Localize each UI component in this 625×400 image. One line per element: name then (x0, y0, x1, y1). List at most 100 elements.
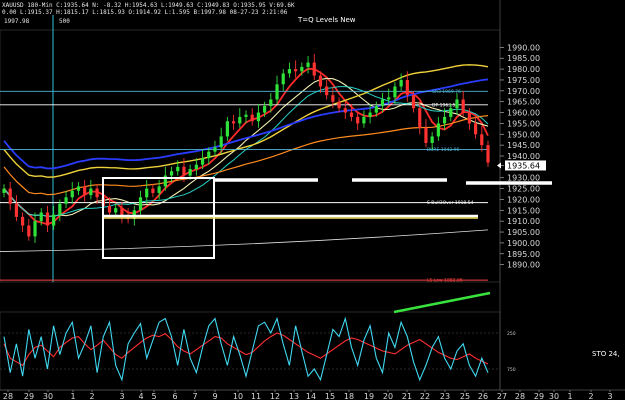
candle-body (33, 221, 37, 237)
y-tick-label: 1920.00 (507, 195, 540, 204)
x-tick-label: 28 (515, 392, 525, 400)
price-axis: 1990.00 1985.00 1980.00 1975.00 1970.00 1965.… (497, 43, 546, 270)
x-tick-label: 7 (192, 392, 197, 400)
y-tick-label: 1980.00 (507, 65, 540, 74)
candle-body (76, 186, 81, 191)
candle-body (70, 190, 74, 198)
candle-body (306, 62, 310, 67)
candle-body (58, 203, 62, 215)
candle-body (312, 62, 316, 76)
candle-body (387, 97, 391, 100)
x-tick-label: 12 (270, 392, 280, 400)
date-axis: 28 29 30 1 2 3 4 5 6 7 9 10 11 12 13 14 15 18 19 20 21 22 23 25… (3, 390, 613, 400)
y-tick-label: 1985.00 (507, 54, 540, 63)
candle-body (138, 197, 143, 211)
x-tick-label: 30 (43, 392, 53, 400)
candle-body (269, 99, 273, 107)
candle-body (52, 214, 56, 226)
candle-body (64, 197, 68, 204)
x-tick-label: 3 (607, 392, 612, 400)
candle-body (331, 95, 335, 102)
candle-body (263, 106, 267, 113)
x-tick-label: 21 (402, 392, 412, 400)
x-tick-label: 18 (344, 392, 354, 400)
y-tick-label: 1975.00 (507, 76, 540, 85)
candle-body (436, 123, 440, 137)
y-tick-label: 1940.00 (507, 152, 540, 161)
candle-body (356, 116, 360, 124)
candle-body (430, 136, 434, 143)
candle-body (411, 95, 416, 109)
candle-body (461, 99, 465, 113)
x-tick-label: 11 (251, 392, 261, 400)
candle-body (157, 186, 161, 193)
level-label: DP 1963.58 (432, 102, 458, 108)
candle-body (145, 188, 149, 198)
candle-body (169, 171, 174, 176)
x-tick-label: 29 (24, 392, 34, 400)
x-tick-label: 15 (325, 392, 335, 400)
candle-body (83, 186, 87, 196)
candle-body (213, 147, 217, 152)
candle-body (318, 75, 323, 87)
candle-body (219, 136, 223, 148)
candle-body (424, 127, 428, 143)
candle-body (8, 188, 12, 204)
x-tick-label: 19 (364, 392, 374, 400)
x-tick-label: 14 (306, 392, 316, 400)
candle-body (393, 86, 397, 98)
candle-body (368, 112, 372, 117)
candle-body (114, 208, 118, 213)
candle-body (480, 134, 484, 146)
candle-body (486, 145, 490, 163)
stochastic-label: STO 24, (592, 350, 620, 358)
y-tick-label: 1950.00 (507, 130, 540, 139)
candle-body (188, 169, 192, 176)
x-tick-label: 26 (478, 392, 488, 400)
y-tick-label: 1960.00 (507, 109, 540, 118)
candle-body (467, 112, 471, 124)
candle-body (14, 203, 19, 217)
chart-title: T=Q Levels New (297, 16, 356, 24)
candle-body (343, 108, 347, 113)
candle-body (250, 114, 254, 122)
candle-body (39, 212, 43, 222)
y-tick-label: 1900.00 (507, 239, 540, 248)
candle-body (231, 121, 236, 124)
candle-body (45, 212, 50, 226)
candle-body (374, 106, 378, 113)
x-tick-label: 1 (567, 392, 572, 400)
candle-body (349, 112, 354, 117)
candle-body (107, 205, 112, 213)
x-tick-label: 28 (3, 392, 13, 400)
candle-body (194, 164, 198, 170)
candle-body (182, 166, 186, 176)
price-tag: 1997.98 (4, 18, 30, 25)
x-tick-label: 29 (534, 392, 544, 400)
x-tick-label: 25 (460, 392, 470, 400)
y-tick-label: 1910.00 (507, 217, 540, 226)
candle-body (176, 166, 180, 172)
symbol-line: XAUUSD 180-Min C:1935.64 N: -8.32 H:1954… (2, 2, 295, 9)
y-tick-label: 1965.00 (507, 98, 540, 107)
candle-body (238, 116, 242, 124)
candle-body (449, 108, 453, 117)
x-tick-label: 3 (119, 392, 124, 400)
candle-body (337, 101, 341, 109)
y-tick-label: 1930.00 (507, 174, 540, 183)
candle-body (362, 116, 366, 124)
sto-tick-label: 250 (507, 331, 516, 337)
candle-body (275, 84, 279, 100)
marker-label: 500 (59, 18, 70, 25)
price-chart: XAUUSD 180-Min C:1935.64 N: -8.32 H:1954… (0, 0, 625, 400)
candle-body (442, 116, 447, 124)
x-tick-label: 2 (588, 392, 593, 400)
y-tick-label: 1945.00 (507, 141, 540, 150)
candle-body (294, 69, 298, 72)
candle-body (325, 86, 329, 96)
y-tick-label: 1925.00 (507, 185, 540, 194)
x-tick-label: 1 (70, 392, 75, 400)
candle-body (200, 158, 205, 165)
candle-body (225, 121, 229, 137)
y-tick-label: 1955.00 (507, 119, 540, 128)
